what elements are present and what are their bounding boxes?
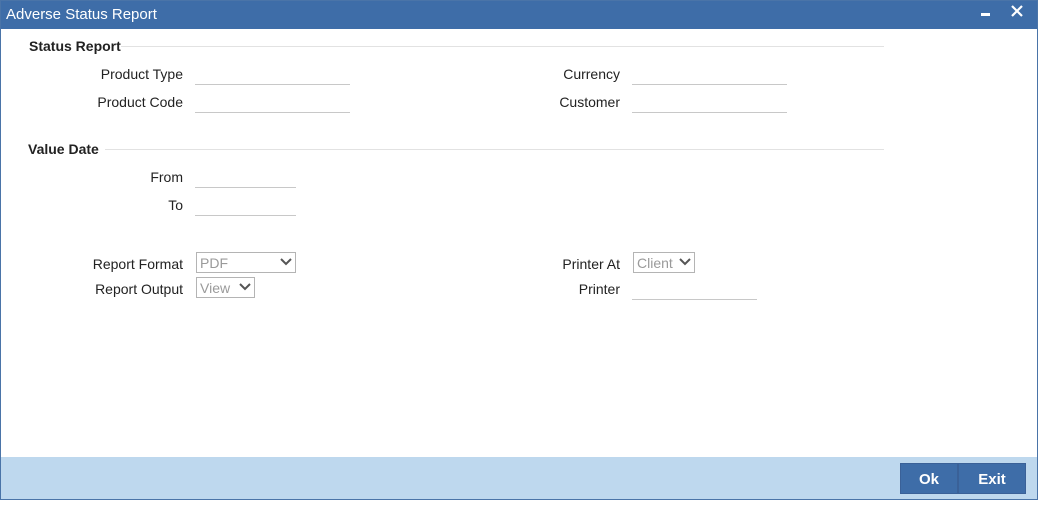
minimize-button[interactable]: [976, 3, 996, 23]
printer-at-label: Printer At: [562, 256, 620, 272]
report-format-select[interactable]: PDF: [196, 252, 296, 273]
status-report-section-title: Status Report: [29, 38, 121, 54]
report-format-value: PDF: [200, 255, 228, 271]
printer-label: Printer: [578, 281, 620, 297]
printer-at-select[interactable]: Client: [633, 252, 695, 273]
currency-label: Currency: [563, 66, 620, 82]
to-date-label: To: [168, 197, 183, 213]
value-date-section-title: Value Date: [28, 141, 99, 157]
report-output-select[interactable]: View: [196, 277, 255, 298]
minimize-icon: [981, 13, 990, 16]
product-type-label: Product Type: [100, 66, 183, 82]
close-icon: [1011, 5, 1023, 17]
printer-at-value: Client: [637, 255, 673, 271]
chevron-down-icon: [280, 258, 292, 266]
currency-input[interactable]: [632, 65, 787, 85]
value-date-divider: [105, 149, 884, 150]
report-format-label: Report Format: [92, 256, 183, 272]
window-title: Adverse Status Report: [6, 6, 157, 23]
exit-button[interactable]: Exit: [958, 463, 1026, 494]
report-output-label: Report Output: [95, 281, 183, 297]
from-date-label: From: [150, 169, 183, 185]
footer-bar: Ok Exit: [1, 457, 1037, 499]
customer-label: Customer: [559, 94, 620, 110]
printer-input[interactable]: [632, 280, 757, 300]
report-output-value: View: [200, 280, 231, 296]
from-date-input[interactable]: [195, 168, 296, 188]
chevron-down-icon: [679, 258, 691, 266]
adverse-status-report-window: Adverse Status Report Status Report Prod…: [0, 0, 1038, 500]
customer-input[interactable]: [632, 93, 787, 113]
product-code-input[interactable]: [195, 93, 350, 113]
ok-button[interactable]: Ok: [900, 463, 958, 494]
chevron-down-icon: [239, 283, 251, 291]
product-code-label: Product Code: [97, 94, 183, 110]
close-button[interactable]: [1007, 3, 1027, 23]
status-report-divider: [121, 46, 884, 47]
title-bar: Adverse Status Report: [1, 1, 1037, 29]
to-date-input[interactable]: [195, 196, 296, 216]
product-type-input[interactable]: [195, 65, 350, 85]
